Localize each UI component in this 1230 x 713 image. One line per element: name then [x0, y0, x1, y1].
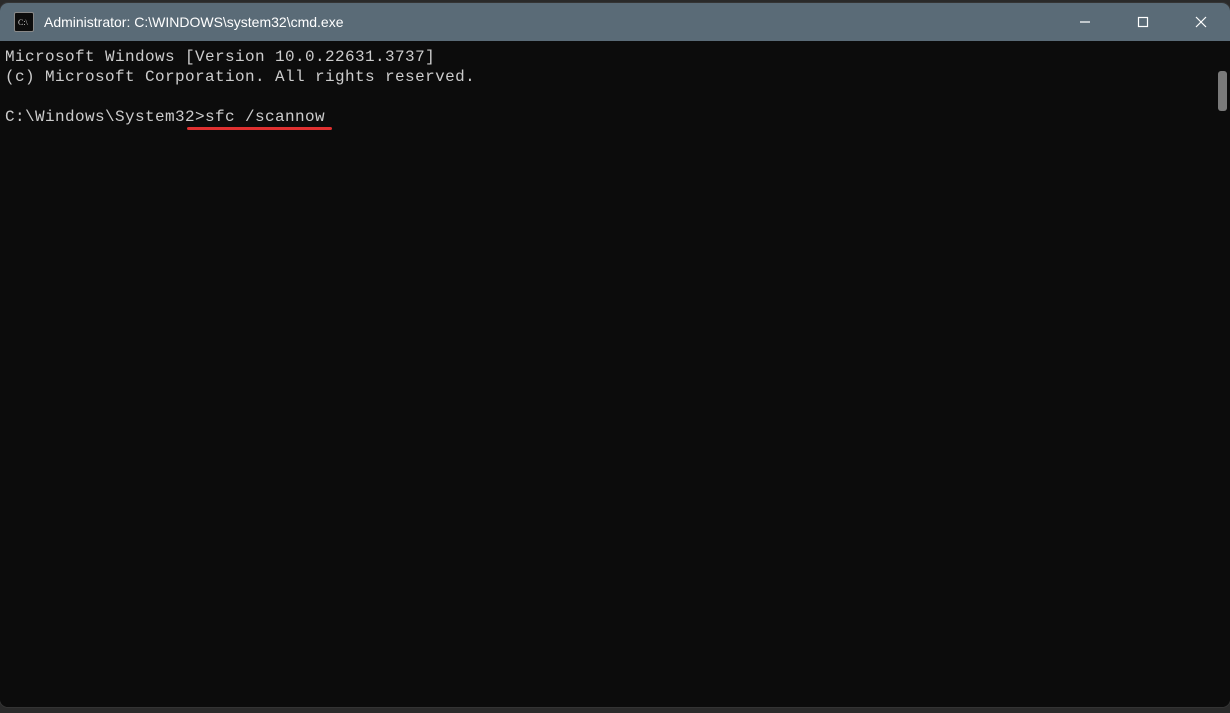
command-text: sfc /scannow	[205, 108, 325, 126]
scrollbar-thumb[interactable]	[1218, 71, 1227, 111]
cmd-icon: C:\	[14, 12, 34, 32]
prompt-text: C:\Windows\System32>	[5, 108, 205, 126]
client-area: Microsoft Windows [Version 10.0.22631.37…	[0, 41, 1230, 707]
annotation-underline	[187, 127, 332, 130]
terminal-output[interactable]: Microsoft Windows [Version 10.0.22631.37…	[0, 41, 1214, 707]
output-line-version: Microsoft Windows [Version 10.0.22631.37…	[5, 48, 435, 66]
titlebar[interactable]: C:\ Administrator: C:\WINDOWS\system32\c…	[0, 3, 1230, 41]
output-line-copyright: (c) Microsoft Corporation. All rights re…	[5, 68, 475, 86]
svg-text:C:\: C:\	[18, 18, 29, 27]
maximize-button[interactable]	[1114, 3, 1172, 41]
maximize-icon	[1137, 16, 1149, 28]
scrollbar[interactable]	[1214, 41, 1230, 707]
minimize-icon	[1079, 16, 1091, 28]
prompt-line: C:\Windows\System32>sfc /scannow	[5, 107, 325, 127]
close-icon	[1195, 16, 1207, 28]
window-title: Administrator: C:\WINDOWS\system32\cmd.e…	[44, 14, 344, 30]
close-button[interactable]	[1172, 3, 1230, 41]
cmd-window: C:\ Administrator: C:\WINDOWS\system32\c…	[0, 3, 1230, 707]
minimize-button[interactable]	[1056, 3, 1114, 41]
